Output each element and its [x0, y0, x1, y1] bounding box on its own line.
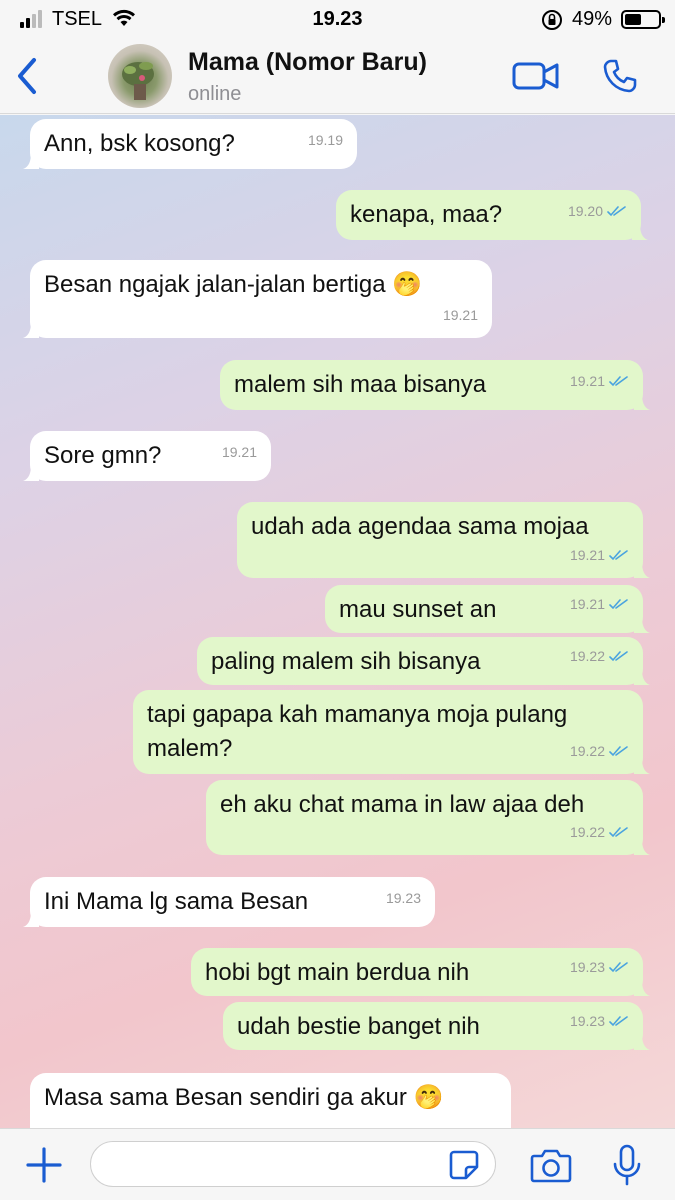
microphone-icon[interactable]: [610, 1143, 644, 1187]
bubble-tail: [634, 562, 650, 578]
read-receipt-icon: [609, 550, 628, 561]
read-receipt-icon: [609, 651, 628, 662]
outgoing-message[interactable]: udah bestie banget nih 19.23: [223, 1002, 650, 1050]
bubble-tail: [634, 1034, 650, 1050]
bubble-tail: [634, 839, 650, 855]
rotation-lock-icon: [542, 10, 562, 30]
incoming-message[interactable]: Ini Mama lg sama Besan 19.23: [23, 877, 435, 927]
message-meta: 19.23: [386, 881, 421, 915]
message-meta: 19.21: [570, 364, 631, 398]
incoming-message[interactable]: Ann, bsk kosong? 19.19: [23, 119, 357, 169]
message-input[interactable]: [90, 1141, 496, 1187]
read-receipt-icon: [609, 1016, 628, 1027]
bubble-tail: [23, 465, 39, 481]
phone-call-icon[interactable]: [602, 58, 638, 94]
message-meta: 19.22: [570, 734, 631, 768]
battery-icon: [621, 10, 665, 29]
chat-header: Mama (Nomor Baru) online: [0, 38, 675, 114]
message-text: eh aku chat mama in law ajaa deh: [220, 791, 585, 818]
message-time: 19.23: [385, 890, 421, 906]
message-meta: 19.21: [570, 538, 631, 572]
message-time: 19.21: [221, 444, 257, 460]
message-meta: 19.21: [222, 435, 257, 469]
message-text: Ini Mama lg sama Besan: [44, 888, 309, 915]
message-time: 19.21: [569, 547, 605, 563]
read-receipt-icon: [609, 599, 628, 610]
bubble-tail: [634, 617, 650, 633]
outgoing-message[interactable]: tapi gapapa kah mamanya moja pulang male…: [133, 690, 650, 774]
incoming-message[interactable]: Besan ngajak jalan-jalan bertiga 🤭 19.21: [23, 260, 492, 338]
message-time: 19.21: [569, 373, 605, 389]
outgoing-message[interactable]: udah ada agendaa sama mojaa 19.21: [237, 502, 650, 578]
incoming-message[interactable]: Masa sama Besan sendiri ga akur 🤭: [30, 1073, 511, 1128]
incoming-message[interactable]: Sore gmn? 19.21: [23, 431, 271, 481]
message-meta: 19.19: [308, 123, 343, 157]
message-meta: 19.21: [443, 298, 478, 332]
message-text: Besan ngajak jalan-jalan bertiga 🤭: [44, 271, 423, 298]
message-time: 19.20: [567, 203, 603, 219]
contact-status: online: [188, 83, 242, 105]
sticker-icon[interactable]: [448, 1149, 480, 1181]
message-time: 19.22: [569, 824, 605, 840]
message-meta: 19.21: [570, 587, 631, 621]
message-text: tapi gapapa kah mamanya moja pulang male…: [147, 701, 574, 762]
read-receipt-icon: [607, 206, 626, 217]
message-time: 19.22: [569, 648, 605, 664]
message-meta: 19.23: [570, 1004, 631, 1038]
outgoing-message[interactable]: mau sunset an 19.21: [325, 585, 650, 633]
message-meta: 19.20: [568, 194, 629, 228]
read-receipt-icon: [609, 827, 628, 838]
bubble-tail: [634, 980, 650, 996]
outgoing-message[interactable]: paling malem sih bisanya 19.22: [197, 637, 650, 685]
message-time: 19.21: [442, 307, 478, 323]
back-chevron-icon[interactable]: [12, 56, 42, 96]
message-meta: 19.23: [570, 950, 631, 984]
read-receipt-icon: [609, 746, 628, 757]
message-meta: 19.22: [570, 815, 631, 849]
bubble-tail: [23, 153, 39, 169]
bubble-tail: [23, 911, 39, 927]
outgoing-message[interactable]: malem sih maa bisanya 19.21: [220, 360, 650, 410]
message-text: paling malem sih bisanya: [211, 648, 481, 675]
camera-icon[interactable]: [530, 1147, 572, 1183]
bubble-tail: [632, 224, 648, 240]
message-time: 19.21: [569, 596, 605, 612]
message-time: 19.23: [569, 959, 605, 975]
bubble-tail: [23, 322, 39, 338]
bubble-tail: [634, 669, 650, 685]
status-bar: TSEL 19.23 49%: [0, 0, 675, 38]
bubble-tail: [634, 758, 650, 774]
message-text: hobi bgt main berdua nih: [205, 959, 470, 986]
message-time: 19.22: [569, 743, 605, 759]
contact-name[interactable]: Mama (Nomor Baru): [188, 48, 427, 77]
plus-icon[interactable]: [24, 1145, 64, 1185]
message-time: 19.23: [569, 1013, 605, 1029]
input-bar: [0, 1128, 675, 1200]
contact-avatar[interactable]: [108, 44, 172, 108]
message-meta: 19.22: [570, 639, 631, 673]
outgoing-message[interactable]: kenapa, maa? 19.20: [336, 190, 648, 240]
bubble-tail: [634, 394, 650, 410]
message-text: Ann, bsk kosong?: [44, 130, 235, 157]
video-call-icon[interactable]: [512, 60, 560, 92]
read-receipt-icon: [609, 962, 628, 973]
chat-messages[interactable]: Ann, bsk kosong? 19.19 kenapa, maa? 19.20 Be…: [0, 115, 675, 1128]
message-time: 19.19: [307, 132, 343, 148]
message-text: Masa sama Besan sendiri ga akur 🤭: [44, 1084, 444, 1111]
battery-percentage: 49%: [572, 8, 613, 30]
read-receipt-icon: [609, 376, 628, 387]
outgoing-message[interactable]: eh aku chat mama in law ajaa deh 19.22: [206, 780, 650, 855]
outgoing-message[interactable]: hobi bgt main berdua nih 19.23: [191, 948, 650, 996]
